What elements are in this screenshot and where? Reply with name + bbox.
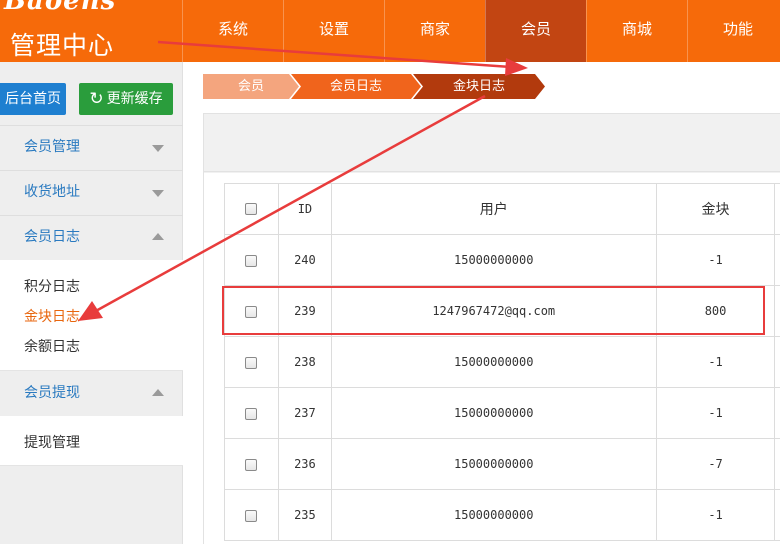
- sidebar-section-shipping-address[interactable]: 收货地址: [0, 170, 183, 215]
- cell-id: 236: [277, 438, 332, 490]
- cell-overflow: [774, 489, 780, 541]
- submenu-withdrawals: 提现管理: [0, 416, 183, 466]
- cell-user: 15000000000: [330, 387, 657, 439]
- section-label: 会员提现: [24, 385, 80, 401]
- chevron-up-icon: [152, 233, 164, 240]
- column-header-gold[interactable]: 金块: [655, 183, 776, 235]
- row-checkbox[interactable]: [245, 407, 258, 420]
- brand-logo-text: Baoens: [4, 0, 117, 16]
- row-checkbox[interactable]: [245, 254, 258, 267]
- nav-item-member[interactable]: 会员: [485, 0, 586, 62]
- cell-user: 15000000000: [330, 438, 657, 490]
- nav-item-settings[interactable]: 设置: [283, 0, 384, 62]
- cell-gold: -1: [655, 489, 776, 541]
- sidebar-item-gold-log[interactable]: 金块日志: [24, 306, 80, 326]
- row-select-cell: [224, 438, 279, 490]
- row-checkbox[interactable]: [245, 509, 258, 522]
- sidebar-item-withdrawal-management[interactable]: 提现管理: [24, 432, 80, 452]
- column-header-overflow: [774, 183, 780, 235]
- nav-item-system[interactable]: 系统: [182, 0, 283, 62]
- row-select-cell: [224, 234, 279, 286]
- cell-gold: -1: [655, 387, 776, 439]
- breadcrumb-label: 会员日志: [329, 79, 382, 94]
- table-row[interactable]: 235 15000000000 -1: [224, 489, 780, 541]
- top-nav: 系统 设置 商家 会员 商城 功能: [182, 0, 780, 62]
- cell-id: 240: [277, 234, 332, 286]
- nav-item-mall[interactable]: 商城: [586, 0, 687, 62]
- table-header-row: ID 用户 金块: [224, 183, 780, 235]
- gold-log-table: ID 用户 金块 240 15000000000 -1 239 12479674…: [224, 183, 780, 541]
- breadcrumb-label: 金块日志: [452, 79, 505, 94]
- cell-user: 15000000000: [330, 336, 657, 388]
- nav-item-functions[interactable]: 功能: [687, 0, 780, 62]
- cell-overflow: [774, 387, 780, 439]
- annotation-highlight-box: [222, 286, 765, 335]
- nav-item-merchant[interactable]: 商家: [384, 0, 485, 62]
- refresh-cache-button[interactable]: ↻ 更新缓存: [79, 83, 173, 115]
- submenu-member-logs: 积分日志 金块日志 余额日志: [0, 260, 183, 371]
- cell-gold: -1: [655, 336, 776, 388]
- chevron-up-icon: [152, 389, 164, 396]
- sidebar-item-balance-log[interactable]: 余额日志: [24, 336, 80, 356]
- refresh-icon: ↻: [89, 89, 104, 109]
- row-select-cell: [224, 489, 279, 541]
- section-label: 会员日志: [24, 229, 80, 245]
- column-header-user[interactable]: 用户: [330, 183, 657, 235]
- cell-id: 238: [277, 336, 332, 388]
- chevron-down-icon: [152, 190, 164, 197]
- top-header: Baoens 管理中心 系统 设置 商家 会员 商城 功能: [0, 0, 780, 62]
- panel-body: ID 用户 金块 240 15000000000 -1 239 12479674…: [204, 173, 780, 544]
- row-checkbox[interactable]: [245, 356, 258, 369]
- breadcrumb-item-member[interactable]: 会员: [203, 74, 299, 99]
- sidebar-item-points-log[interactable]: 积分日志: [24, 276, 80, 296]
- cell-overflow: [774, 285, 780, 337]
- cell-gold: -7: [655, 438, 776, 490]
- cell-id: 235: [277, 489, 332, 541]
- section-label: 会员管理: [24, 139, 80, 155]
- sidebar-section-member-logs[interactable]: 会员日志: [0, 215, 183, 260]
- refresh-cache-label: 更新缓存: [106, 91, 163, 107]
- panel-toolbar: [204, 114, 780, 172]
- cell-overflow: [774, 438, 780, 490]
- sidebar: 后台首页 ↻ 更新缓存 会员管理 收货地址 会员日志 积分日志 金块日志 余额日志…: [0, 62, 183, 544]
- cell-user: 15000000000: [330, 489, 657, 541]
- sidebar-section-withdrawals[interactable]: 会员提现: [0, 371, 183, 416]
- breadcrumb-item-member-logs[interactable]: 会员日志: [291, 74, 421, 99]
- column-header-id[interactable]: ID: [277, 183, 332, 235]
- cell-user: 15000000000: [330, 234, 657, 286]
- quick-actions: 后台首页 ↻ 更新缓存: [0, 83, 183, 115]
- table-row[interactable]: 240 15000000000 -1: [224, 234, 780, 286]
- page: Baoens 管理中心 系统 设置 商家 会员 商城 功能 后台首页 ↻ 更新缓存…: [0, 0, 780, 544]
- breadcrumb-label: 会员: [237, 79, 264, 94]
- admin-home-button[interactable]: 后台首页: [0, 83, 66, 115]
- app-title: 管理中心: [10, 31, 115, 60]
- table-row[interactable]: 236 15000000000 -7: [224, 438, 780, 490]
- row-select-cell: [224, 387, 279, 439]
- logo: Baoens 管理中心: [0, 0, 182, 62]
- cell-overflow: [774, 336, 780, 388]
- cell-gold: -1: [655, 234, 776, 286]
- section-label: 收货地址: [24, 184, 80, 200]
- select-all-checkbox[interactable]: [245, 203, 258, 215]
- chevron-down-icon: [152, 145, 164, 152]
- sidebar-section-member-management[interactable]: 会员管理: [0, 125, 183, 170]
- row-checkbox[interactable]: [245, 458, 258, 471]
- row-select-cell: [224, 336, 279, 388]
- select-all-cell: [224, 183, 279, 235]
- breadcrumb-item-gold-log[interactable]: 金块日志: [413, 74, 545, 99]
- table-row[interactable]: 238 15000000000 -1: [224, 336, 780, 388]
- cell-overflow: [774, 234, 780, 286]
- table-row[interactable]: 237 15000000000 -1: [224, 387, 780, 439]
- cell-id: 237: [277, 387, 332, 439]
